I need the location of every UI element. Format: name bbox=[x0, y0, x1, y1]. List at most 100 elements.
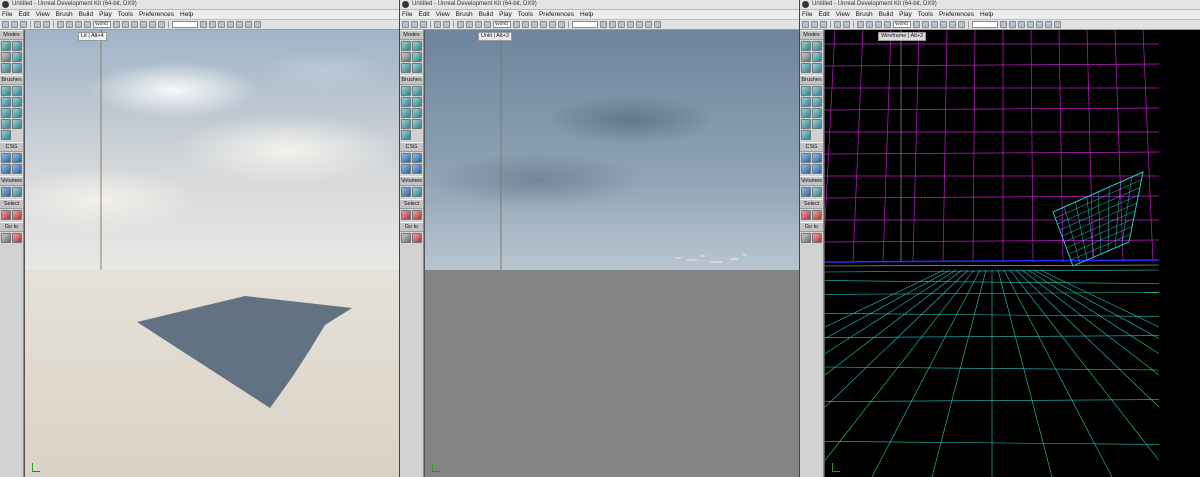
viewport-unlit[interactable]: Unlit | Alt+3 bbox=[424, 30, 799, 477]
undo-icon[interactable] bbox=[434, 21, 441, 28]
build-lighting-icon[interactable] bbox=[209, 21, 216, 28]
menu-build[interactable]: Build bbox=[479, 10, 493, 19]
menu-help[interactable]: Help bbox=[180, 10, 193, 19]
linear-stair-icon[interactable] bbox=[1, 108, 11, 118]
layers-icon[interactable] bbox=[549, 21, 556, 28]
console-icon[interactable] bbox=[254, 21, 261, 28]
sheet-icon[interactable] bbox=[412, 108, 422, 118]
csg-deintersect-icon[interactable] bbox=[412, 164, 422, 174]
new-level-icon[interactable] bbox=[802, 21, 809, 28]
new-level-icon[interactable] bbox=[402, 21, 409, 28]
browser-icon[interactable] bbox=[913, 21, 920, 28]
sphere-icon[interactable] bbox=[801, 119, 811, 129]
matinee-icon[interactable] bbox=[931, 21, 938, 28]
build-lighting-icon[interactable] bbox=[609, 21, 616, 28]
menu-view[interactable]: View bbox=[836, 10, 850, 19]
play-in-viewport-icon[interactable] bbox=[245, 21, 252, 28]
csg-deintersect-icon[interactable] bbox=[812, 164, 822, 174]
menu-preferences[interactable]: Preferences bbox=[539, 10, 574, 19]
cylinder-icon[interactable] bbox=[12, 97, 22, 107]
cylinder-icon[interactable] bbox=[412, 97, 422, 107]
csg-add-icon[interactable] bbox=[1, 153, 11, 163]
terrain-icon[interactable] bbox=[412, 52, 422, 62]
paintbrush-icon[interactable] bbox=[1, 52, 11, 62]
scale-icon[interactable] bbox=[75, 21, 82, 28]
menu-tools[interactable]: Tools bbox=[918, 10, 933, 19]
properties-icon[interactable] bbox=[540, 21, 547, 28]
redo-icon[interactable] bbox=[443, 21, 450, 28]
menu-file[interactable]: File bbox=[2, 10, 12, 19]
scale-nonuniform-icon[interactable] bbox=[484, 21, 491, 28]
csg-subtract-icon[interactable] bbox=[812, 153, 822, 163]
build-paths-icon[interactable] bbox=[618, 21, 625, 28]
build-all-icon[interactable] bbox=[627, 21, 634, 28]
kismet-icon[interactable] bbox=[922, 21, 929, 28]
camera-icon[interactable] bbox=[801, 41, 811, 51]
curved-stair-icon[interactable] bbox=[401, 97, 411, 107]
coordinate-system-combo[interactable]: World bbox=[493, 21, 511, 28]
play-in-viewport-icon[interactable] bbox=[645, 21, 652, 28]
texture-align-icon[interactable] bbox=[1, 63, 11, 73]
scene-icon[interactable] bbox=[558, 21, 565, 28]
terrain-icon[interactable] bbox=[812, 52, 822, 62]
viewport-mode-label[interactable]: Wireframe | Alt+2 bbox=[878, 32, 927, 41]
layers-icon[interactable] bbox=[949, 21, 956, 28]
new-level-icon[interactable] bbox=[2, 21, 9, 28]
menu-help[interactable]: Help bbox=[580, 10, 593, 19]
volume-icon[interactable] bbox=[401, 187, 411, 197]
menu-preferences[interactable]: Preferences bbox=[939, 10, 974, 19]
browser-icon[interactable] bbox=[513, 21, 520, 28]
volume-options-icon[interactable] bbox=[12, 187, 22, 197]
goto-icon[interactable] bbox=[401, 233, 411, 243]
menu-view[interactable]: View bbox=[36, 10, 50, 19]
build-paths-icon[interactable] bbox=[1018, 21, 1025, 28]
search-field[interactable] bbox=[972, 21, 998, 28]
deselect-icon[interactable] bbox=[412, 210, 422, 220]
console-icon[interactable] bbox=[654, 21, 661, 28]
move-icon[interactable] bbox=[457, 21, 464, 28]
play-in-viewport-icon[interactable] bbox=[1045, 21, 1052, 28]
camera-icon[interactable] bbox=[1, 41, 11, 51]
mesh-paint-icon[interactable] bbox=[412, 63, 422, 73]
volume-icon[interactable] bbox=[1, 187, 11, 197]
sphere-icon[interactable] bbox=[401, 119, 411, 129]
undo-icon[interactable] bbox=[34, 21, 41, 28]
menu-brush[interactable]: Brush bbox=[456, 10, 473, 19]
move-icon[interactable] bbox=[857, 21, 864, 28]
csg-add-icon[interactable] bbox=[401, 153, 411, 163]
csg-subtract-icon[interactable] bbox=[12, 153, 22, 163]
console-icon[interactable] bbox=[1054, 21, 1061, 28]
scale-icon[interactable] bbox=[875, 21, 882, 28]
linear-stair-icon[interactable] bbox=[401, 108, 411, 118]
build-geometry-icon[interactable] bbox=[1000, 21, 1007, 28]
select-icon[interactable] bbox=[401, 210, 411, 220]
move-icon[interactable] bbox=[57, 21, 64, 28]
menu-edit[interactable]: Edit bbox=[418, 10, 429, 19]
play-icon[interactable] bbox=[236, 21, 243, 28]
sheet-icon[interactable] bbox=[812, 108, 822, 118]
spiral-stair-icon[interactable] bbox=[412, 119, 422, 129]
rotate-icon[interactable] bbox=[466, 21, 473, 28]
goto-builder-icon[interactable] bbox=[12, 233, 22, 243]
layers-icon[interactable] bbox=[149, 21, 156, 28]
camera-icon[interactable] bbox=[401, 41, 411, 51]
play-icon[interactable] bbox=[1036, 21, 1043, 28]
scale-nonuniform-icon[interactable] bbox=[84, 21, 91, 28]
cone-icon[interactable] bbox=[812, 86, 822, 96]
build-paths-icon[interactable] bbox=[218, 21, 225, 28]
scale-nonuniform-icon[interactable] bbox=[884, 21, 891, 28]
mesh-paint-icon[interactable] bbox=[812, 63, 822, 73]
menu-view[interactable]: View bbox=[436, 10, 450, 19]
menu-file[interactable]: File bbox=[402, 10, 412, 19]
geometry-icon[interactable] bbox=[12, 41, 22, 51]
cube-icon[interactable] bbox=[801, 86, 811, 96]
volumetric-icon[interactable] bbox=[801, 130, 811, 140]
deselect-icon[interactable] bbox=[12, 210, 22, 220]
viewport-mode-label[interactable]: Lit | Alt+4 bbox=[78, 32, 107, 41]
menu-play[interactable]: Play bbox=[99, 10, 112, 19]
csg-intersect-icon[interactable] bbox=[1, 164, 11, 174]
play-icon[interactable] bbox=[636, 21, 643, 28]
cube-icon[interactable] bbox=[401, 86, 411, 96]
volumetric-icon[interactable] bbox=[401, 130, 411, 140]
build-geometry-icon[interactable] bbox=[200, 21, 207, 28]
